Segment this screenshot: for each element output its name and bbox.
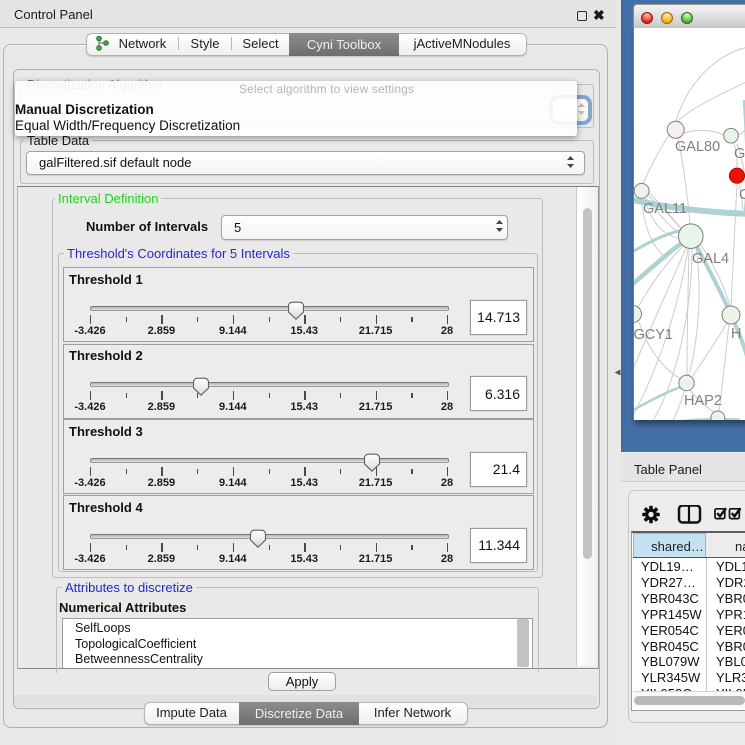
svg-text:G.: G. [734, 146, 745, 162]
svg-text:GAL4: GAL4 [692, 251, 729, 267]
svg-text:GAL11: GAL11 [643, 201, 687, 217]
svg-text:HAP2: HAP2 [684, 393, 722, 409]
svg-text:C: C [739, 187, 745, 203]
svg-text:H: H [731, 326, 741, 342]
svg-text:GCY1: GCY1 [634, 327, 673, 343]
svg-text:GAL80: GAL80 [675, 139, 720, 155]
